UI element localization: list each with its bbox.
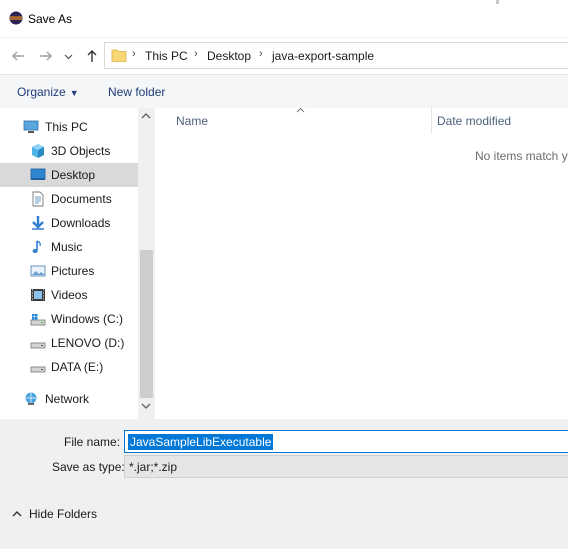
save-as-type-select[interactable]: *.jar;*.zip xyxy=(124,455,568,478)
sidebar-item-label: LENOVO (D:) xyxy=(51,336,125,350)
chevron-up-icon xyxy=(12,509,22,520)
breadcrumb-separator[interactable]: › xyxy=(259,48,263,60)
save-as-type-label: Save as type: xyxy=(52,460,125,474)
up-button[interactable] xyxy=(82,46,102,66)
sidebar-item-label: 3D Objects xyxy=(51,144,111,158)
organize-button[interactable]: Organize ▼ xyxy=(17,85,79,99)
sidebar-item-desktop[interactable]: Desktop xyxy=(0,163,138,187)
sidebar-item-label: Windows (C:) xyxy=(51,312,124,326)
download-icon xyxy=(32,216,44,230)
breadcrumb-this-pc[interactable]: This PC xyxy=(145,49,188,63)
column-header-label: Name xyxy=(176,114,209,128)
file-name-input[interactable]: JavaSampleLibExecutable xyxy=(124,430,568,453)
desktop-icon xyxy=(30,168,46,180)
new-folder-button[interactable]: New folder xyxy=(108,85,165,99)
sidebar-item-this-pc[interactable]: This PC xyxy=(0,115,138,139)
sidebar-item-music[interactable]: Music xyxy=(0,235,138,259)
network-icon xyxy=(25,392,37,405)
column-header-name[interactable]: Name xyxy=(176,114,208,128)
scroll-down-icon[interactable] xyxy=(141,402,151,413)
caret-down-icon: ▼ xyxy=(69,88,79,98)
breadcrumb-separator[interactable]: › xyxy=(132,48,136,60)
drive-icon xyxy=(30,342,46,349)
sort-ascending-icon xyxy=(296,105,305,115)
drive-icon xyxy=(30,314,46,326)
sidebar-item-data-e[interactable]: DATA (E:) xyxy=(0,355,138,379)
sidebar-item-downloads[interactable]: Downloads xyxy=(0,211,138,235)
sidebar-item-lenovo-d[interactable]: LENOVO (D:) xyxy=(0,331,138,355)
recent-locations-button[interactable] xyxy=(64,52,74,62)
scroll-up-icon[interactable] xyxy=(141,112,151,123)
back-button[interactable] xyxy=(8,46,28,66)
command-bar: Organize ▼ New folder xyxy=(0,74,568,108)
forward-button[interactable] xyxy=(36,46,56,66)
folder-icon xyxy=(111,49,127,62)
window-title: Save As xyxy=(28,12,73,26)
title-bar: Save As xyxy=(0,0,568,38)
arrow-right-icon xyxy=(40,51,52,61)
organize-label: Organize xyxy=(17,85,66,99)
sidebar-item-windows-c[interactable]: Windows (C:) xyxy=(0,307,138,331)
sidebar-item-label: Network xyxy=(45,392,90,406)
address-bar[interactable]: › This PC › Desktop › java-export-sample xyxy=(104,42,568,69)
sidebar-item-videos[interactable]: Videos xyxy=(0,283,138,307)
file-name-value: JavaSampleLibExecutable xyxy=(128,434,274,450)
sidebar-item-label: Desktop xyxy=(51,168,96,182)
column-header-label: Date modified xyxy=(437,114,512,128)
navigation-pane: This PC 3D Objects Desktop Documents Dow… xyxy=(0,108,155,419)
sidebar-item-label: Videos xyxy=(51,288,88,302)
sidebar-item-label: Music xyxy=(51,240,83,254)
breadcrumb-separator[interactable]: › xyxy=(194,48,198,60)
eclipse-icon xyxy=(9,11,23,25)
hide-folders-button[interactable]: Hide Folders xyxy=(12,507,97,521)
sidebar-item-network[interactable]: Network xyxy=(0,387,138,411)
sidebar-item-pictures[interactable]: Pictures xyxy=(0,259,138,283)
save-form: File name: JavaSampleLibExecutable Save … xyxy=(0,419,568,549)
breadcrumb-desktop[interactable]: Desktop xyxy=(207,49,251,63)
empty-folder-message: No items match y xyxy=(475,149,568,163)
cube-icon xyxy=(32,144,44,158)
sidebar-item-label: DATA (E:) xyxy=(51,360,104,374)
chevron-down-icon xyxy=(64,54,73,60)
column-header-date-modified[interactable]: Date modified xyxy=(437,114,511,128)
drive-icon xyxy=(30,366,46,373)
arrow-left-icon xyxy=(12,51,24,61)
hide-folders-label: Hide Folders xyxy=(29,507,98,521)
file-name-label: File name: xyxy=(64,435,121,449)
breadcrumb-java-export-sample[interactable]: java-export-sample xyxy=(272,49,374,63)
scrollbar-thumb[interactable] xyxy=(140,250,153,398)
sidebar-item-3d-objects[interactable]: 3D Objects xyxy=(0,139,138,163)
navigation-bar: › This PC › Desktop › java-export-sample xyxy=(0,38,568,74)
music-note-icon xyxy=(32,240,41,253)
sidebar-item-label: This PC xyxy=(45,120,88,134)
column-divider[interactable] xyxy=(431,108,432,134)
arrow-up-icon xyxy=(87,50,97,62)
file-list-pane: Name Date modified No items match y xyxy=(155,105,568,419)
sidebar-scrollbar[interactable] xyxy=(138,108,155,419)
sidebar-item-label: Downloads xyxy=(51,216,111,230)
film-icon xyxy=(31,289,45,301)
document-icon xyxy=(32,191,44,207)
sidebar-item-label: Pictures xyxy=(51,264,95,278)
picture-icon xyxy=(30,265,46,277)
title-divider xyxy=(496,0,499,4)
save-as-type-value: *.jar;*.zip xyxy=(129,460,178,474)
sidebar-item-label: Documents xyxy=(51,192,112,206)
sidebar-item-documents[interactable]: Documents xyxy=(0,187,138,211)
computer-icon xyxy=(23,120,39,133)
